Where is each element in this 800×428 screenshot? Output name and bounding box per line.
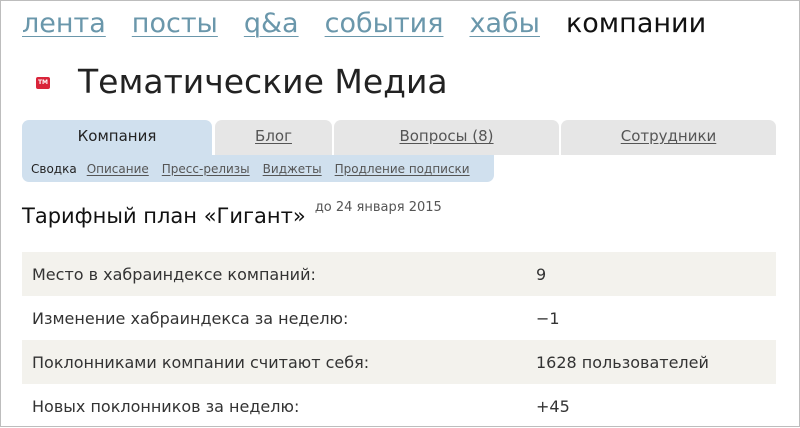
main-nav: лента посты q&a события хабы компании: [22, 8, 706, 48]
stat-label: Поклонниками компании считают себя:: [32, 352, 370, 372]
nav-companies: компании: [565, 8, 707, 39]
nav-qa[interactable]: q&a: [244, 8, 299, 39]
table-row: Новых поклонников за неделю: +45: [22, 384, 776, 428]
tab-employees[interactable]: Сотрудники: [561, 120, 776, 155]
company-title: Тематические Медиа: [78, 62, 448, 101]
stat-value: 9: [536, 264, 547, 284]
nav-posts[interactable]: посты: [132, 8, 218, 39]
subtab-press-releases[interactable]: Пресс-релизы: [162, 162, 250, 176]
table-row: Место в хабраиндексе компаний: 9: [22, 252, 776, 296]
stat-label: Место в хабраиндексе компаний:: [32, 264, 316, 284]
plan-title: Тарифный план «Гигант»: [22, 204, 306, 228]
company-header: TM Тематические Медиа: [36, 62, 448, 101]
tab-employees-link[interactable]: Сотрудники: [621, 127, 717, 145]
company-tabs: Компания Блог Вопросы (8) Сотрудники: [22, 120, 776, 155]
stat-value: −1: [536, 308, 560, 328]
nav-feed[interactable]: лента: [22, 8, 106, 39]
company-subtabs: Сводка Описание Пресс-релизы Виджеты Про…: [22, 155, 494, 182]
stat-label: Изменение хабраиндекса за неделю:: [32, 308, 349, 328]
tab-company-label: Компания: [77, 127, 157, 145]
stat-value: 1628 пользователей: [536, 352, 709, 372]
plan-until-date: до 24 января 2015: [314, 200, 442, 215]
nav-events[interactable]: события: [325, 8, 444, 39]
tab-questions[interactable]: Вопросы (8): [334, 120, 559, 155]
subtab-description[interactable]: Описание: [87, 162, 149, 176]
subtab-summary: Сводка: [31, 161, 77, 176]
nav-hubs[interactable]: хабы: [469, 8, 540, 39]
tab-blog-link[interactable]: Блог: [255, 127, 292, 145]
stat-label: Новых поклонников за неделю:: [32, 396, 300, 416]
tab-company[interactable]: Компания: [22, 120, 212, 155]
tab-questions-link[interactable]: Вопросы (8): [399, 127, 493, 145]
subtab-subscription-renewal[interactable]: Продление подписки: [335, 162, 470, 176]
tab-blog[interactable]: Блог: [215, 120, 332, 155]
subtab-widgets[interactable]: Виджеты: [263, 162, 322, 176]
table-row: Изменение хабраиндекса за неделю: −1: [22, 296, 776, 340]
company-stats-table: Место в хабраиндексе компаний: 9 Изменен…: [22, 252, 776, 428]
tm-logo-icon: TM: [36, 76, 50, 89]
table-row: Поклонниками компании считают себя: 1628…: [22, 340, 776, 384]
plan-heading: Тарифный план «Гигант» до 24 января 2015: [22, 200, 442, 228]
stat-value: +45: [536, 396, 570, 416]
